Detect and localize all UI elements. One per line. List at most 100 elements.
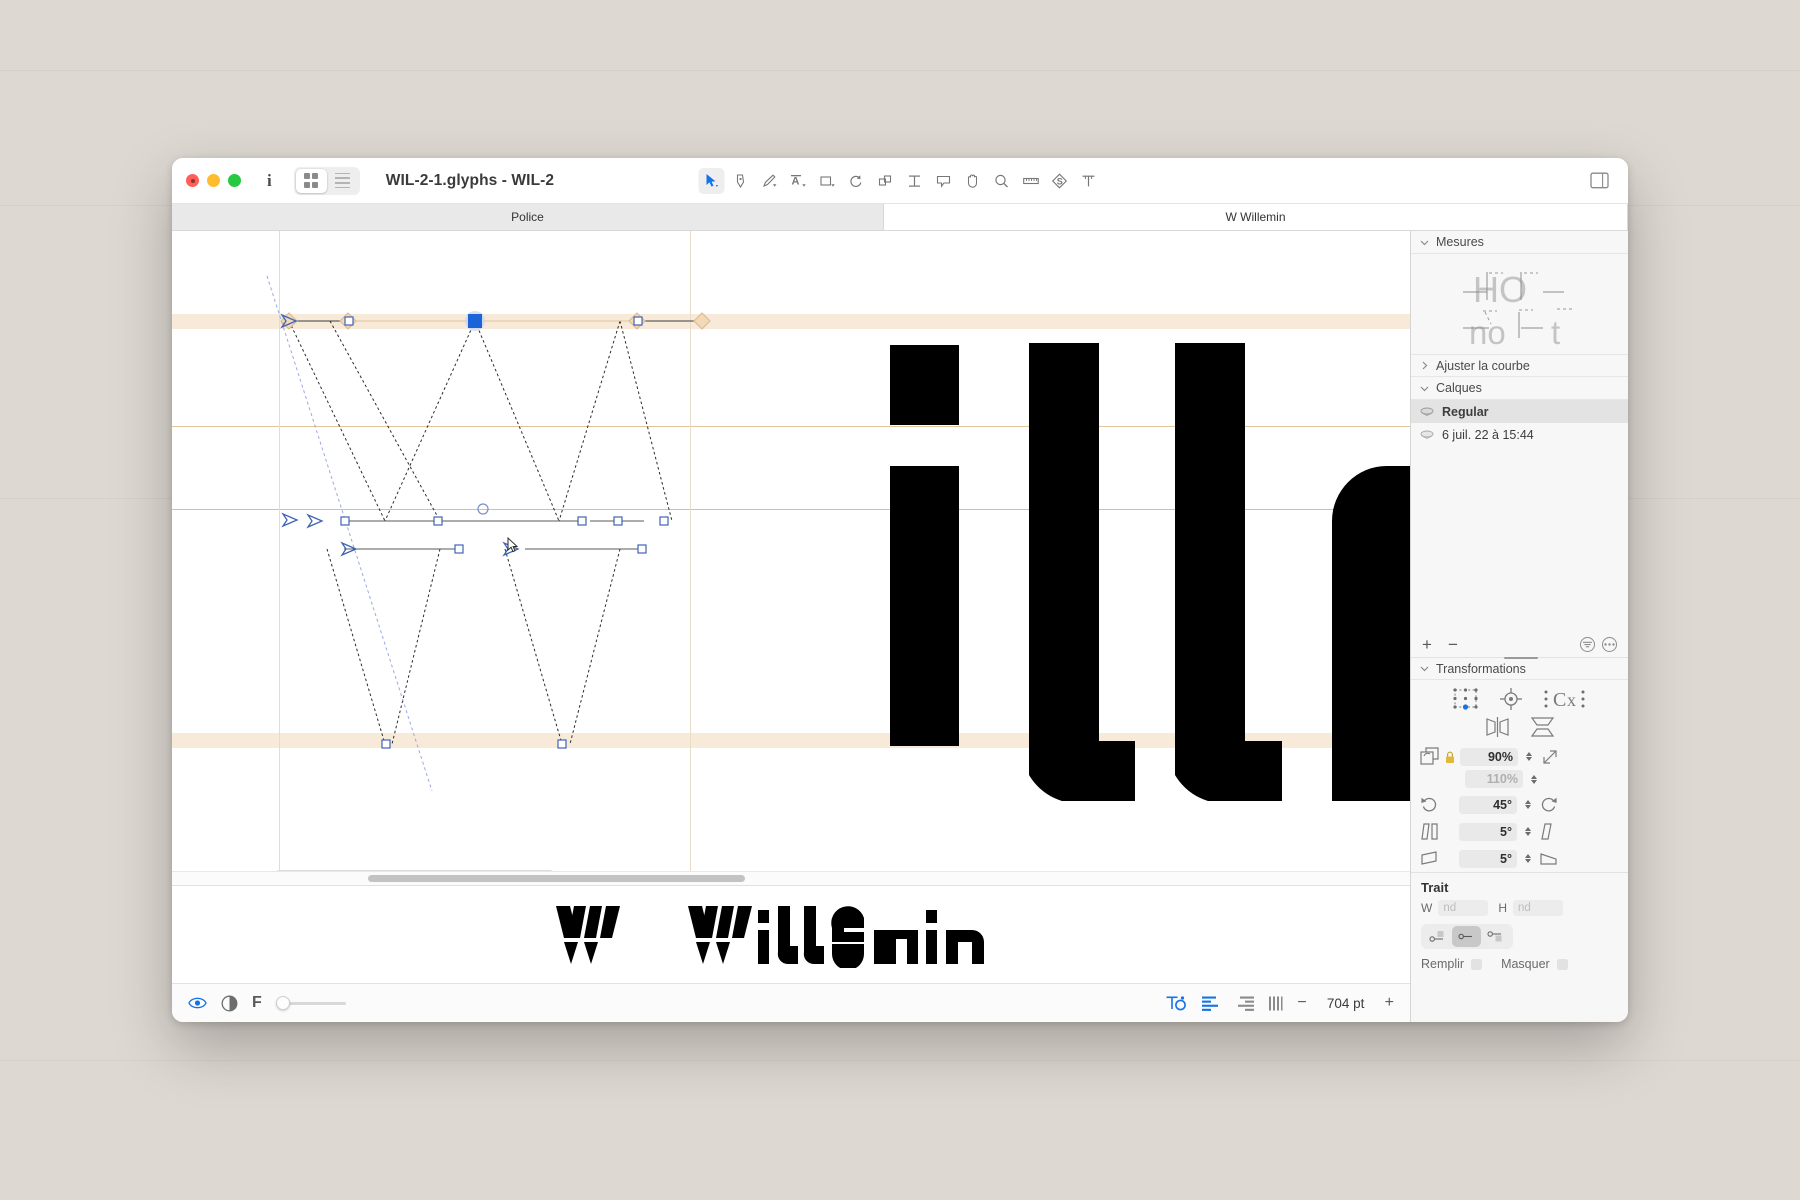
- italic-angle-guide: [266, 275, 433, 792]
- text-cursor-icon[interactable]: [1166, 994, 1188, 1012]
- trait-h-field[interactable]: nd: [1513, 900, 1563, 916]
- scale-tool[interactable]: [873, 168, 899, 194]
- more-options-icon[interactable]: [1602, 637, 1617, 652]
- section-fit-curve-header[interactable]: Ajuster la courbe: [1411, 354, 1628, 377]
- rotate-clockwise-icon[interactable]: [1538, 794, 1559, 815]
- section-layers-header[interactable]: Calques: [1411, 377, 1628, 400]
- cap-middle-icon[interactable]: [1452, 926, 1481, 947]
- shape-order-s-tool[interactable]: S: [1047, 168, 1073, 194]
- cap-start-icon[interactable]: [1423, 926, 1452, 947]
- pen-tool[interactable]: [728, 168, 754, 194]
- scale-h-field[interactable]: 90%: [1460, 747, 1518, 766]
- flip-horizontal-icon[interactable]: [1485, 716, 1510, 738]
- slant-left-icon[interactable]: [1419, 821, 1440, 842]
- layers-toolbar: + −: [1411, 632, 1628, 659]
- cant-field[interactable]: 5°: [1459, 849, 1517, 868]
- view-mode-segmented[interactable]: [293, 166, 360, 195]
- visibility-eye-icon[interactable]: [188, 996, 207, 1010]
- annotation-speech-tool[interactable]: [931, 168, 957, 194]
- tab-bar: Police W Willemin: [172, 204, 1628, 231]
- minimize-button[interactable]: [207, 174, 220, 187]
- columns-icon[interactable]: [1268, 996, 1283, 1011]
- path-direction-arrows: [280, 313, 520, 557]
- measures-sample-uppercase: HO: [1473, 269, 1527, 310]
- tab-w-willemin[interactable]: W Willemin: [884, 204, 1628, 230]
- zoom-magnifier-tool[interactable]: [989, 168, 1015, 194]
- trait-w-field[interactable]: nd: [1438, 900, 1489, 916]
- tab-police[interactable]: Police: [172, 204, 884, 230]
- layer-icon: [1420, 430, 1434, 439]
- measures-sample-t: t: [1551, 314, 1560, 351]
- window-controls[interactable]: [186, 174, 241, 187]
- pencil-tool[interactable]: [757, 168, 783, 194]
- zoom-in-button[interactable]: +: [1385, 994, 1394, 1012]
- scale-apply-icon[interactable]: [1539, 746, 1560, 767]
- transform-origin-icon[interactable]: [1452, 687, 1479, 712]
- cap-end-icon[interactable]: [1481, 926, 1510, 947]
- text-preview-strip[interactable]: [172, 885, 1410, 983]
- section-transformations-header[interactable]: Transformations: [1411, 657, 1628, 680]
- flip-vertical-icon[interactable]: [1530, 716, 1555, 738]
- layer-item-backup[interactable]: 6 juil. 22 à 15:44: [1411, 423, 1628, 446]
- cant-left-icon[interactable]: [1419, 848, 1440, 869]
- bg-streak: [0, 70, 1800, 71]
- remove-layer-button[interactable]: −: [1448, 636, 1458, 653]
- layer-item-regular[interactable]: Regular: [1411, 400, 1628, 423]
- canvas-horizontal-scrollbar-thumb[interactable]: [368, 875, 745, 882]
- close-button[interactable]: [186, 174, 199, 187]
- rotate-field[interactable]: 45°: [1459, 795, 1517, 814]
- rotate-counterclockwise-icon[interactable]: [1419, 794, 1440, 815]
- add-layer-button[interactable]: +: [1422, 636, 1432, 653]
- select-tool[interactable]: [698, 167, 725, 194]
- tab-label: Police: [511, 210, 544, 224]
- zoom-out-button[interactable]: −: [1297, 994, 1306, 1012]
- cant-stepper[interactable]: [1522, 850, 1533, 868]
- rotate-tool[interactable]: [844, 168, 870, 194]
- ruler-measure-tool[interactable]: [1018, 168, 1044, 194]
- scale-h-row: 90%: [1411, 738, 1628, 770]
- guides-top-tool[interactable]: [1076, 168, 1102, 194]
- align-left-icon[interactable]: [1202, 996, 1221, 1011]
- fill-checkbox[interactable]: [1471, 958, 1483, 970]
- scale-v-field[interactable]: 110%: [1465, 770, 1523, 788]
- editor-column: W 0057 Crénage 0: [172, 231, 1411, 1022]
- lock-icon[interactable]: [1445, 751, 1455, 763]
- glyph-preview-shapes: [890, 343, 1410, 801]
- rotate-stepper[interactable]: [1522, 796, 1533, 814]
- panel-resize-handle[interactable]: [1504, 657, 1538, 659]
- slant-right-icon[interactable]: [1538, 821, 1559, 842]
- list-view-icon[interactable]: [327, 169, 358, 193]
- scale-v-stepper[interactable]: [1528, 770, 1539, 788]
- trait-dimensions-row: W nd H nd: [1421, 900, 1618, 916]
- slant-stepper[interactable]: [1522, 823, 1533, 841]
- align-to-center-icon[interactable]: [1499, 687, 1523, 711]
- font-display-icon[interactable]: F: [252, 994, 262, 1012]
- grid-view-icon[interactable]: [295, 168, 327, 193]
- section-mesures-header[interactable]: Mesures: [1411, 231, 1628, 254]
- filter-icon[interactable]: [1580, 637, 1595, 652]
- mask-label: Masquer: [1501, 957, 1550, 971]
- metrics-keys-icon[interactable]: C x: [1543, 687, 1587, 711]
- trait-h-label: H: [1498, 901, 1507, 915]
- toolbar: A S: [698, 167, 1102, 194]
- scale-icon[interactable]: [1419, 746, 1440, 767]
- layer-label: Regular: [1442, 404, 1489, 419]
- slant-field[interactable]: 5°: [1459, 822, 1517, 841]
- mask-checkbox[interactable]: [1556, 958, 1568, 970]
- zoom-button[interactable]: [228, 174, 241, 187]
- primitives-rect-tool[interactable]: [815, 168, 841, 194]
- glyph-canvas[interactable]: W 0057 Crénage 0: [172, 231, 1410, 885]
- scale-h-stepper[interactable]: [1523, 748, 1534, 766]
- annotate-a-tool[interactable]: A: [786, 168, 812, 194]
- text-tool[interactable]: [902, 168, 928, 194]
- hand-tool[interactable]: [960, 168, 986, 194]
- right-sidebar-toggle-icon[interactable]: [1588, 170, 1610, 192]
- info-icon[interactable]: i: [267, 171, 272, 191]
- cant-right-icon[interactable]: [1538, 848, 1559, 869]
- align-right-icon[interactable]: [1235, 996, 1255, 1011]
- chevron-down-icon: [1420, 240, 1429, 245]
- preview-size-slider[interactable]: [275, 996, 346, 1010]
- contrast-half-circle-icon[interactable]: [221, 995, 238, 1012]
- canvas-horizontal-scrollbar-track[interactable]: [172, 871, 1410, 885]
- svg-text:S: S: [1057, 176, 1063, 186]
